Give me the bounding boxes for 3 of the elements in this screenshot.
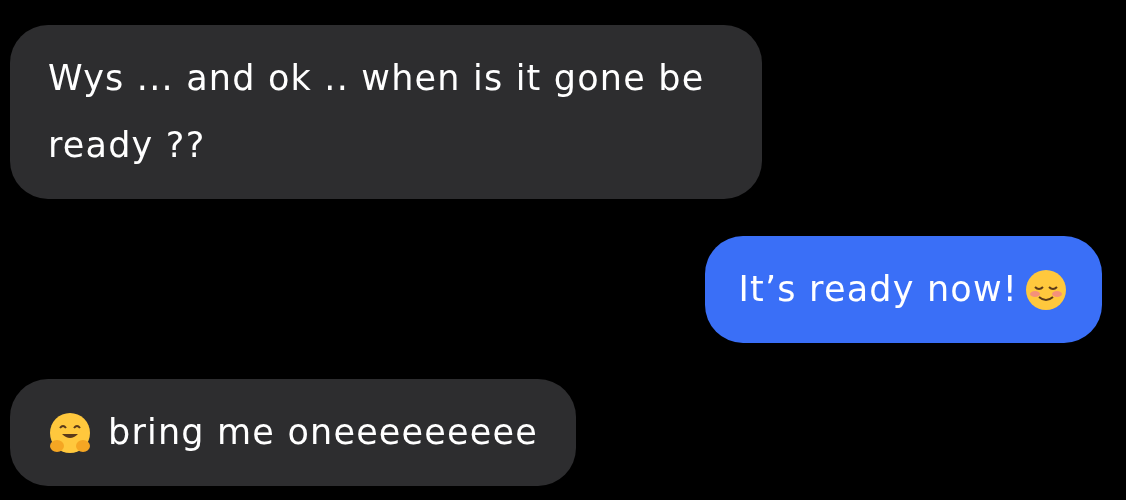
- message-text: It’s ready now!: [738, 268, 1018, 311]
- message-text: Wys ... and ok .. when is it gone be ready ??: [48, 58, 705, 165]
- message-text: bring me oneeeeeeeee: [108, 411, 538, 454]
